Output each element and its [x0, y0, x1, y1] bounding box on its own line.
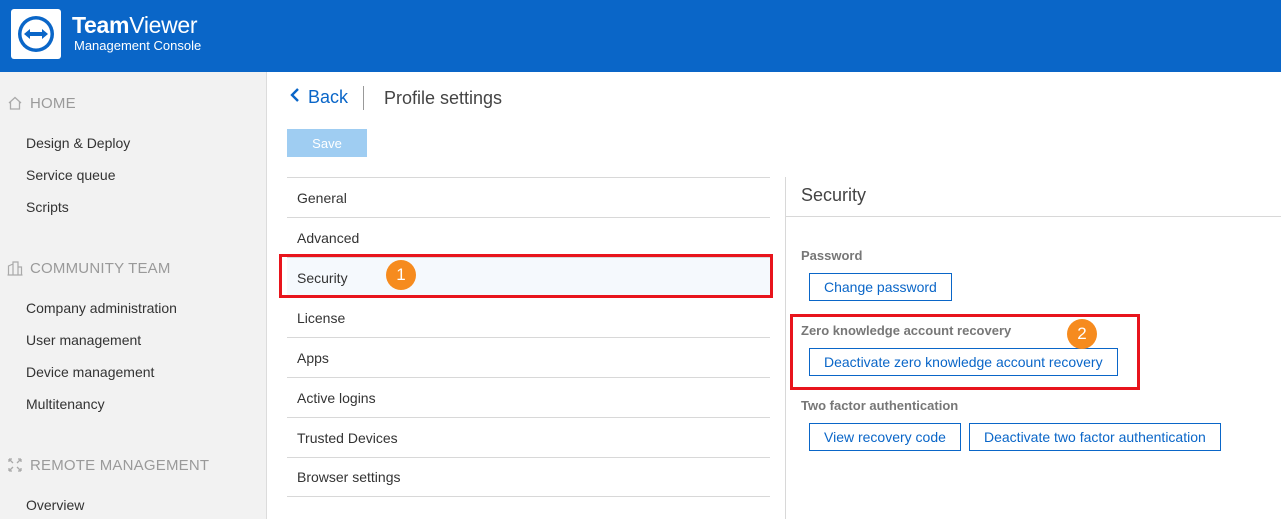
- menu-item-apps[interactable]: Apps: [287, 337, 770, 377]
- menu-item-license[interactable]: License: [287, 297, 770, 337]
- password-label: Password: [801, 248, 863, 263]
- menu-item-active-logins[interactable]: Active logins: [287, 377, 770, 417]
- header-divider: [363, 86, 364, 110]
- chevron-left-icon: [290, 87, 300, 108]
- sidebar-item-company-administration[interactable]: Company administration: [26, 300, 177, 316]
- teamviewer-logo-icon[interactable]: [11, 9, 61, 59]
- menu-item-general[interactable]: General: [287, 177, 770, 217]
- security-title-rule: [786, 216, 1281, 217]
- sidebar-section-home[interactable]: HOME: [6, 94, 76, 112]
- sidebar-item-multitenancy[interactable]: Multitenancy: [26, 396, 105, 412]
- menu-item-trusted-devices[interactable]: Trusted Devices: [287, 417, 770, 457]
- security-title: Security: [801, 185, 867, 205]
- sidebar-item-user-management[interactable]: User management: [26, 332, 141, 348]
- sidebar-item-overview[interactable]: Overview: [26, 497, 84, 513]
- buildings-icon: [6, 259, 24, 277]
- change-password-button[interactable]: Change password: [809, 273, 952, 301]
- step-badge-2: 2: [1067, 319, 1097, 349]
- page-title: Profile settings: [384, 88, 503, 108]
- sidebar-item-design-deploy[interactable]: Design & Deploy: [26, 135, 130, 151]
- back-link[interactable]: Back: [290, 87, 348, 108]
- step-badge-1: 1: [386, 260, 416, 290]
- highlight-box-security: [279, 254, 773, 298]
- sidebar-item-scripts[interactable]: Scripts: [26, 199, 69, 215]
- settings-menu: General Advanced Security License Apps A…: [287, 177, 770, 497]
- brand-name: TeamViewer: [72, 12, 198, 38]
- home-icon: [6, 94, 24, 112]
- menu-item-browser-settings[interactable]: Browser settings: [287, 457, 770, 497]
- sidebar-item-device-management[interactable]: Device management: [26, 364, 154, 380]
- menu-item-advanced[interactable]: Advanced: [287, 217, 770, 257]
- view-recovery-code-button[interactable]: View recovery code: [809, 423, 961, 451]
- panel-divider: [785, 177, 786, 519]
- brand: TeamViewer Management Console: [72, 12, 201, 54]
- deactivate-two-factor-button[interactable]: Deactivate two factor authentication: [969, 423, 1221, 451]
- brand-subtitle: Management Console: [74, 38, 202, 53]
- two-factor-label: Two factor authentication: [801, 398, 959, 413]
- sidebar-section-community-team[interactable]: COMMUNITY TEAM: [6, 259, 171, 277]
- save-button[interactable]: Save: [287, 129, 367, 157]
- remote-management-icon: [6, 456, 24, 474]
- sidebar-item-service-queue[interactable]: Service queue: [26, 167, 116, 183]
- top-bar: TeamViewer Management Console: [0, 0, 1281, 72]
- sidebar-section-remote-management[interactable]: REMOTE MANAGEMENT: [6, 456, 209, 474]
